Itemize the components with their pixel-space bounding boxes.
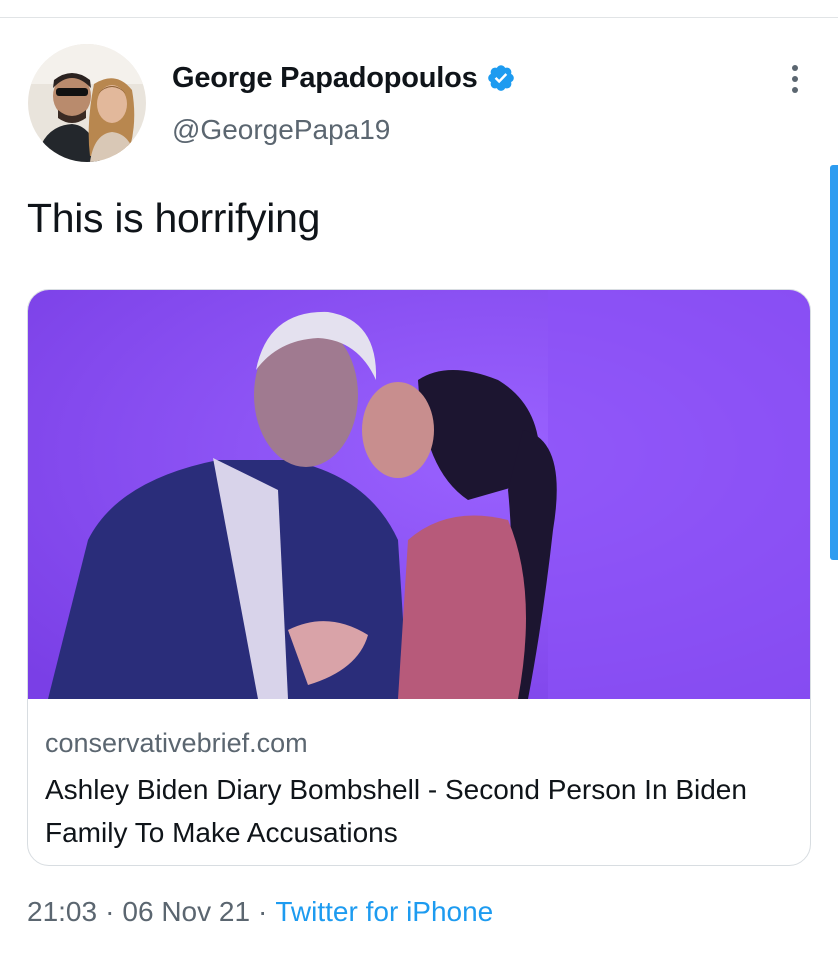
tweet-date[interactable]: 06 Nov 21 — [122, 896, 250, 927]
meta-separator: · — [105, 896, 115, 927]
verified-badge-icon — [486, 63, 516, 93]
meta-separator: · — [258, 896, 268, 927]
author-handle[interactable]: @GeorgePapa19 — [172, 114, 390, 146]
top-divider — [0, 17, 838, 18]
link-card-title[interactable]: Ashley Biden Diary Bombshell - Second Pe… — [45, 768, 795, 854]
tweet-source-link[interactable]: Twitter for iPhone — [275, 896, 493, 927]
link-card[interactable]: conservativebrief.com Ashley Biden Diary… — [27, 289, 811, 866]
avatar[interactable] — [28, 44, 146, 162]
avatar-photo — [28, 44, 146, 162]
author-display-name[interactable]: George Papadopoulos — [172, 62, 478, 95]
tweet-text: This is horrifying — [27, 195, 321, 241]
link-card-image[interactable] — [28, 290, 810, 699]
more-vertical-icon[interactable] — [788, 62, 802, 98]
tweet-meta: 21:03 · 06 Nov 21 · Twitter for iPhone — [27, 896, 493, 928]
tweet-time[interactable]: 21:03 — [27, 896, 97, 927]
scroll-indicator[interactable] — [830, 165, 838, 560]
photo-icon — [28, 290, 810, 699]
link-card-domain: conservativebrief.com — [45, 728, 308, 758]
author-name-row[interactable]: George Papadopoulos — [172, 58, 516, 98]
